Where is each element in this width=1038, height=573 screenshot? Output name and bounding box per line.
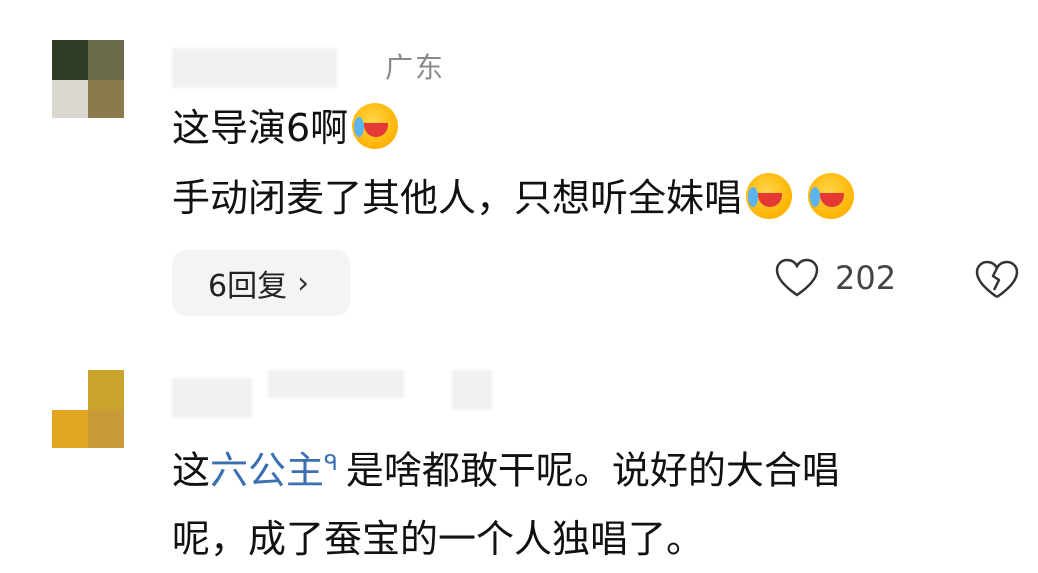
username-redacted[interactable] bbox=[172, 378, 252, 418]
comment-body: 这六公主ᑫ 是啥都敢干呢。说好的大合唱 呢，成了蚕宝的一个人独唱了。 bbox=[172, 448, 840, 561]
location-label: 广东 bbox=[385, 51, 446, 84]
search-icon[interactable]: ᑫ bbox=[324, 451, 338, 476]
rolling-on-floor-laughing-icon bbox=[746, 173, 793, 219]
avatar[interactable] bbox=[52, 370, 124, 448]
avatar[interactable] bbox=[52, 40, 124, 118]
username-redacted bbox=[268, 370, 404, 398]
comment-line: 手动闭麦了其他人，只想听全妹唱 bbox=[172, 168, 855, 228]
rolling-on-floor-laughing-icon bbox=[352, 103, 399, 149]
heart-icon bbox=[775, 258, 819, 297]
comment-line: 这导演6啊 bbox=[172, 98, 399, 158]
username-redacted[interactable] bbox=[172, 48, 337, 88]
rolling-on-floor-laughing-icon bbox=[808, 173, 855, 219]
dislike-button[interactable] bbox=[975, 260, 1019, 304]
like-count: 202 bbox=[835, 259, 897, 297]
view-replies-button[interactable]: 6回复 › bbox=[172, 250, 350, 316]
broken-heart-icon bbox=[975, 260, 1019, 299]
location-redacted bbox=[452, 370, 492, 410]
topic-link[interactable]: 六公主 bbox=[210, 449, 324, 493]
like-button[interactable]: 202 bbox=[775, 258, 896, 298]
comment-card: 广东 这导演6啊 手动闭麦了其他人，只想听全妹唱 6回复 › 202 bbox=[0, 0, 1038, 340]
comment-card: 这六公主ᑫ 是啥都敢干呢。说好的大合唱 呢，成了蚕宝的一个人独唱了。 bbox=[0, 340, 1038, 566]
chevron-right-icon: › bbox=[297, 265, 310, 301]
